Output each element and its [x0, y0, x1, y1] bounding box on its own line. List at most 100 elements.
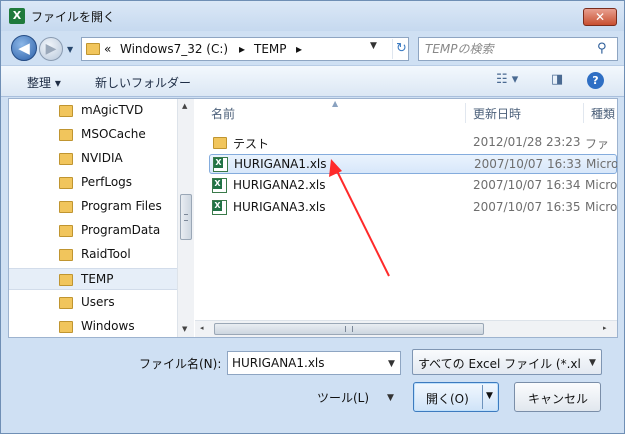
- search-box[interactable]: ⚲: [418, 37, 618, 61]
- breadcrumb-drive[interactable]: Windows7_32 (C:): [120, 42, 228, 56]
- filename-dropdown-icon[interactable]: ▼: [388, 359, 395, 369]
- tree-item-users[interactable]: Users: [9, 292, 177, 314]
- cancel-button[interactable]: キャンセル: [514, 382, 601, 412]
- column-divider[interactable]: [465, 103, 466, 123]
- file-list: ▲ 名前 更新日時 種類 テスト 2012/01/28 23:23 ファ HUR…: [195, 99, 617, 337]
- tree-item-raidtool[interactable]: RaidTool: [9, 244, 177, 266]
- excel-file-icon: [212, 200, 227, 215]
- address-dropdown-icon[interactable]: ▼: [370, 41, 377, 51]
- new-folder-button[interactable]: 新しいフォルダー: [95, 74, 191, 91]
- file-name: テスト: [233, 137, 270, 151]
- breadcrumb-overflow-icon[interactable]: «: [104, 42, 111, 56]
- scrollbar-thumb[interactable]: [180, 194, 192, 240]
- file-row-hurigana3[interactable]: HURIGANA3.xls 2007/10/07 16:35 Micro: [209, 198, 617, 218]
- split-divider: [482, 385, 483, 409]
- filename-field[interactable]: HURIGANA1.xls ▼: [227, 351, 401, 375]
- tree-item-label: Windows: [81, 319, 135, 333]
- column-divider[interactable]: [583, 103, 584, 123]
- file-date: 2007/10/07 16:35: [473, 200, 581, 214]
- file-list-scrollbar[interactable]: ◂ ▸: [195, 320, 617, 337]
- tools-label: ツール(L): [317, 391, 370, 405]
- organize-button[interactable]: 整理 ▾: [27, 74, 61, 91]
- tree-item-label: PerfLogs: [81, 175, 133, 189]
- file-type-dropdown-icon[interactable]: ▼: [589, 358, 596, 368]
- tree-item-label: TEMP: [81, 272, 114, 286]
- folder-icon: [59, 249, 73, 261]
- folder-icon: [59, 105, 73, 117]
- tree-item-nvidia[interactable]: NVIDIA: [9, 148, 177, 170]
- help-icon[interactable]: ?: [587, 72, 604, 89]
- scrollbar-thumb[interactable]: [214, 323, 484, 335]
- file-date: 2012/01/28 23:23: [473, 135, 581, 149]
- open-button-label: 開く(O): [426, 392, 469, 406]
- grip-icon: [184, 214, 188, 221]
- tree-item-programdata[interactable]: ProgramData: [9, 220, 177, 242]
- folder-icon: [213, 137, 227, 149]
- tree-item-label: RaidTool: [81, 247, 131, 261]
- folder-icon: [86, 43, 100, 55]
- back-button[interactable]: ◀: [11, 35, 37, 61]
- breadcrumb-separator-icon[interactable]: ▸: [239, 42, 245, 56]
- scroll-left-icon[interactable]: ◂: [200, 324, 204, 332]
- tools-dropdown-icon: ▼: [387, 393, 394, 403]
- browser-panel: mAgicTVD MSOCache NVIDIA PerfLogs Progra…: [8, 98, 618, 338]
- forward-button[interactable]: ▶: [39, 37, 63, 61]
- file-type: ファ: [585, 137, 610, 151]
- tree-item-msocache[interactable]: MSOCache: [9, 124, 177, 146]
- tree-item-label: MSOCache: [81, 127, 146, 141]
- tree-item-program-files[interactable]: Program Files: [9, 196, 177, 218]
- folder-icon: [59, 201, 73, 213]
- scroll-down-icon[interactable]: ▼: [182, 325, 187, 333]
- filename-value: HURIGANA1.xls: [232, 356, 325, 370]
- column-header-date[interactable]: 更新日時: [473, 105, 521, 122]
- column-header-type[interactable]: 種類: [591, 105, 615, 122]
- sort-ascending-icon: ▲: [332, 99, 339, 108]
- file-type: Micro: [585, 178, 617, 192]
- open-file-dialog: X ファイルを開く ✕ ◀ ▶ ▼ « Windows7_32 (C:) ▸ T…: [0, 0, 625, 434]
- tree-item-label: NVIDIA: [81, 151, 123, 165]
- scroll-right-icon[interactable]: ▸: [603, 324, 607, 332]
- column-header-name[interactable]: 名前: [211, 105, 235, 122]
- excel-file-icon: [213, 157, 228, 172]
- close-button[interactable]: ✕: [583, 8, 617, 26]
- file-type-select[interactable]: すべての Excel ファイル (*.xl ▼: [412, 349, 602, 375]
- file-type-value: すべての Excel ファイル (*.xl: [418, 357, 580, 371]
- tree-item-label: Program Files: [81, 199, 162, 213]
- folder-tree: mAgicTVD MSOCache NVIDIA PerfLogs Progra…: [9, 99, 177, 337]
- tree-item-magictvd[interactable]: mAgicTVD: [9, 100, 177, 122]
- tree-item-label: ProgramData: [81, 223, 161, 237]
- file-type: Micro: [585, 200, 617, 214]
- search-icon[interactable]: ⚲: [597, 41, 607, 56]
- view-options-icon[interactable]: ☷ ▾: [496, 72, 518, 87]
- folder-icon: [59, 177, 73, 189]
- breadcrumb-separator-icon[interactable]: ▸: [296, 42, 302, 56]
- file-name: HURIGANA3.xls: [233, 200, 326, 214]
- file-row-hurigana2[interactable]: HURIGANA2.xls 2007/10/07 16:34 Micro: [209, 176, 617, 196]
- folder-icon: [59, 297, 73, 309]
- folder-tree-scrollbar[interactable]: ▲ ▼: [177, 99, 194, 337]
- tree-item-perflogs[interactable]: PerfLogs: [9, 172, 177, 194]
- folder-icon: [59, 153, 73, 165]
- folder-icon: [59, 129, 73, 141]
- refresh-icon[interactable]: ↻: [392, 39, 410, 59]
- recent-pages-dropdown-icon[interactable]: ▼: [67, 45, 73, 54]
- tree-item-temp[interactable]: TEMP: [9, 268, 177, 290]
- breadcrumb-temp[interactable]: TEMP: [254, 42, 287, 56]
- cancel-button-label: キャンセル: [528, 392, 589, 406]
- search-input[interactable]: [425, 41, 585, 57]
- filename-label: ファイル名(N):: [139, 357, 222, 371]
- open-options-dropdown-icon[interactable]: ▼: [486, 391, 493, 401]
- file-row-test-folder[interactable]: テスト 2012/01/28 23:23 ファ: [209, 133, 617, 153]
- file-date: 2007/10/07 16:34: [473, 178, 581, 192]
- address-bar[interactable]: « Windows7_32 (C:) ▸ TEMP ▸ ▼ ↻: [81, 37, 409, 61]
- tree-item-label: Users: [81, 295, 115, 309]
- preview-pane-icon[interactable]: ◨: [551, 72, 563, 87]
- tree-item-windows[interactable]: Windows: [9, 316, 177, 337]
- navigation-bar: ◀ ▶ ▼ « Windows7_32 (C:) ▸ TEMP ▸ ▼ ↻ ⚲: [1, 31, 624, 65]
- grip-icon: [345, 326, 353, 332]
- file-row-hurigana1[interactable]: HURIGANA1.xls 2007/10/07 16:33 Micro: [209, 154, 617, 174]
- scroll-up-icon[interactable]: ▲: [182, 102, 187, 110]
- tools-button[interactable]: ツール(L) ▼: [311, 386, 405, 408]
- folder-icon: [59, 274, 73, 286]
- open-button[interactable]: 開く(O) ▼: [413, 382, 499, 412]
